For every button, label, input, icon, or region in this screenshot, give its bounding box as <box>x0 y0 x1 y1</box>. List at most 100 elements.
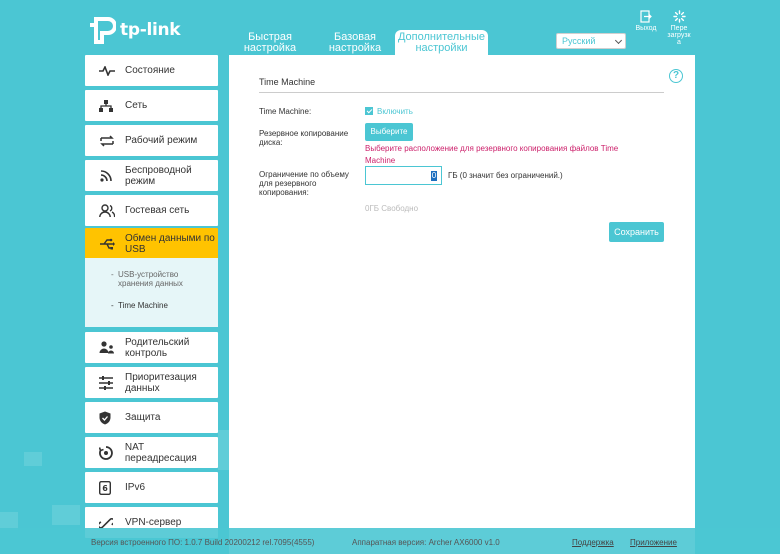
sidebar-item-label: Приоритезация <box>125 371 197 383</box>
field-label-line: диска: <box>259 138 283 147</box>
help-icon[interactable]: ? <box>669 69 683 83</box>
hint-line: Выберите расположение для резервного коп… <box>365 144 619 153</box>
backup-limit-label: Ограничение по объему для резервного коп… <box>259 170 349 197</box>
language-selected: Русский <box>562 36 596 46</box>
usb-submenu: - USB-устройство хранения данных - Time … <box>85 258 218 327</box>
sidebar-item-nat-forwarding[interactable]: NAT переадресация <box>85 437 218 468</box>
field-label-line: Резервное копирование <box>259 129 349 138</box>
brand-name: tp-link <box>120 20 181 40</box>
backup-limit-unit: ГБ (0 значит без ограничений.) <box>448 171 563 180</box>
qos-icon <box>99 375 121 390</box>
tab-label: настройки <box>415 42 468 54</box>
enable-checkbox[interactable] <box>365 107 373 115</box>
submenu-item-label: USB-устройство <box>118 270 179 279</box>
tab-label: настройка <box>243 42 297 54</box>
submenu-item-time-machine[interactable]: - Time Machine <box>111 301 168 310</box>
logout-button[interactable]: Выход <box>634 10 658 32</box>
sidebar-item-label: Рабочий режим <box>125 135 198 146</box>
submenu-bullet: - <box>111 270 114 279</box>
backup-disk-label: Резервное копирование диска: <box>259 129 348 147</box>
sidebar-item-label: IPv6 <box>125 482 146 493</box>
submenu-item-label: хранения данных <box>118 279 183 288</box>
tab-quick-setup[interactable]: Быстрая настройка <box>236 30 304 55</box>
reboot-label: Пере <box>670 25 688 32</box>
choose-location-button[interactable]: Выберите <box>365 123 413 141</box>
sidebar-item-label: Обмен данными по <box>125 232 215 244</box>
reboot-label: загрузк <box>667 32 691 39</box>
shield-icon <box>99 411 121 425</box>
sidebar-item-label-wrap: Приоритезация данных <box>125 372 197 394</box>
sidebar-item-guest-network[interactable]: Гостевая сеть <box>85 195 218 226</box>
sidebar-item-operation-mode[interactable]: Рабочий режим <box>85 125 218 156</box>
usb-icon <box>99 237 121 251</box>
support-link[interactable]: Поддержка <box>572 538 614 547</box>
sidebar-item-label: USB <box>125 243 146 255</box>
sidebar-item-label: Беспроводной <box>125 164 192 176</box>
background-decoration <box>24 452 42 466</box>
sidebar-item-network[interactable]: Сеть <box>85 90 218 121</box>
footer: Версия встроенного ПО: 1.0.7 Build 20200… <box>0 528 780 554</box>
mode-swap-icon <box>99 134 121 147</box>
sidebar-item-security[interactable]: Защита <box>85 402 218 433</box>
page-title: Time Machine <box>259 77 316 87</box>
logout-icon <box>640 10 652 23</box>
enable-checkbox-label[interactable]: Включить <box>377 107 413 116</box>
sidebar-item-parental-control[interactable]: Родительский контроль <box>85 332 218 363</box>
tab-label: настройка <box>328 42 382 54</box>
reboot-icon <box>672 10 686 23</box>
sidebar-item-status[interactable]: Состояние <box>85 55 218 86</box>
guest-icon <box>99 203 121 218</box>
sidebar-item-wireless[interactable]: Беспроводной режим <box>85 160 218 191</box>
sidebar-item-label: Состояние <box>125 65 175 76</box>
sidebar-item-label: Родительский <box>125 336 190 348</box>
pulse-icon <box>99 65 121 76</box>
wifi-icon <box>99 169 121 183</box>
title-divider <box>259 92 664 93</box>
field-label-line: Ограничение по объему <box>259 170 349 179</box>
hardware-version: Аппаратная версия: Archer AX6000 v1.0 <box>352 538 500 547</box>
nat-icon <box>99 445 121 460</box>
sidebar-item-label: режим <box>125 175 156 187</box>
sidebar-item-usb-sharing[interactable]: Обмен данными по USB <box>85 228 218 259</box>
sidebar-item-label: данных <box>125 382 160 394</box>
sidebar-item-label: VPN-сервер <box>125 517 182 528</box>
sidebar-item-label: NAT переадресация <box>124 441 197 464</box>
backup-limit-value: 0 <box>431 171 437 181</box>
sidebar-item-label-wrap: Обмен данными по USB <box>125 233 215 255</box>
submenu-bullet: - <box>111 301 114 310</box>
sidebar-item-label-wrap: Беспроводной режим <box>125 165 192 187</box>
submenu-item-usb-storage[interactable]: - USB-устройство хранения данных <box>111 270 183 288</box>
tp-link-logo: tp-link <box>86 15 181 45</box>
save-button[interactable]: Сохранить <box>609 222 664 242</box>
chevron-down-icon <box>614 36 623 45</box>
time-machine-label: Time Machine: <box>259 107 312 116</box>
free-space-text: 0ГБ Свободно <box>365 204 419 213</box>
background-decoration <box>52 505 80 525</box>
app-link[interactable]: Приложение <box>630 538 677 547</box>
sidebar-item-label: контроль <box>125 347 168 359</box>
tab-basic[interactable]: Базовая настройка <box>318 30 392 55</box>
sidebar-item-label-wrap: Родительский контроль <box>125 337 189 359</box>
field-label-line: для резервного <box>259 179 317 188</box>
network-icon <box>99 99 121 112</box>
sidebar-item-label: Сеть <box>125 100 148 111</box>
parental-icon <box>99 341 121 354</box>
submenu-item-label: Time Machine <box>118 301 168 310</box>
backup-limit-input[interactable]: 0 <box>365 166 442 185</box>
location-hint: Выберите расположение для резервного коп… <box>365 143 645 167</box>
sidebar-item-label: Защита <box>125 412 161 423</box>
reboot-label: а <box>677 39 681 46</box>
language-select[interactable]: Русский <box>556 33 626 49</box>
firmware-version: Версия встроенного ПО: 1.0.7 Build 20200… <box>91 538 315 547</box>
sidebar-item-qos[interactable]: Приоритезация данных <box>85 367 218 398</box>
tab-advanced[interactable]: Дополнительные настройки <box>395 30 488 55</box>
field-label-line: копирования: <box>259 188 309 197</box>
sidebar-item-ipv6[interactable]: 6 IPv6 <box>85 472 218 503</box>
reboot-button[interactable]: Пере загрузк а <box>665 10 693 46</box>
tp-link-logo-icon <box>90 17 116 44</box>
logout-label: Выход <box>635 25 657 32</box>
main-panel: Time Machine ? Time Machine: Включить Ре… <box>229 55 695 554</box>
svg-text:6: 6 <box>102 484 108 493</box>
ipv6-icon: 6 <box>99 480 121 495</box>
sidebar-item-label: Гостевая сеть <box>125 205 190 216</box>
